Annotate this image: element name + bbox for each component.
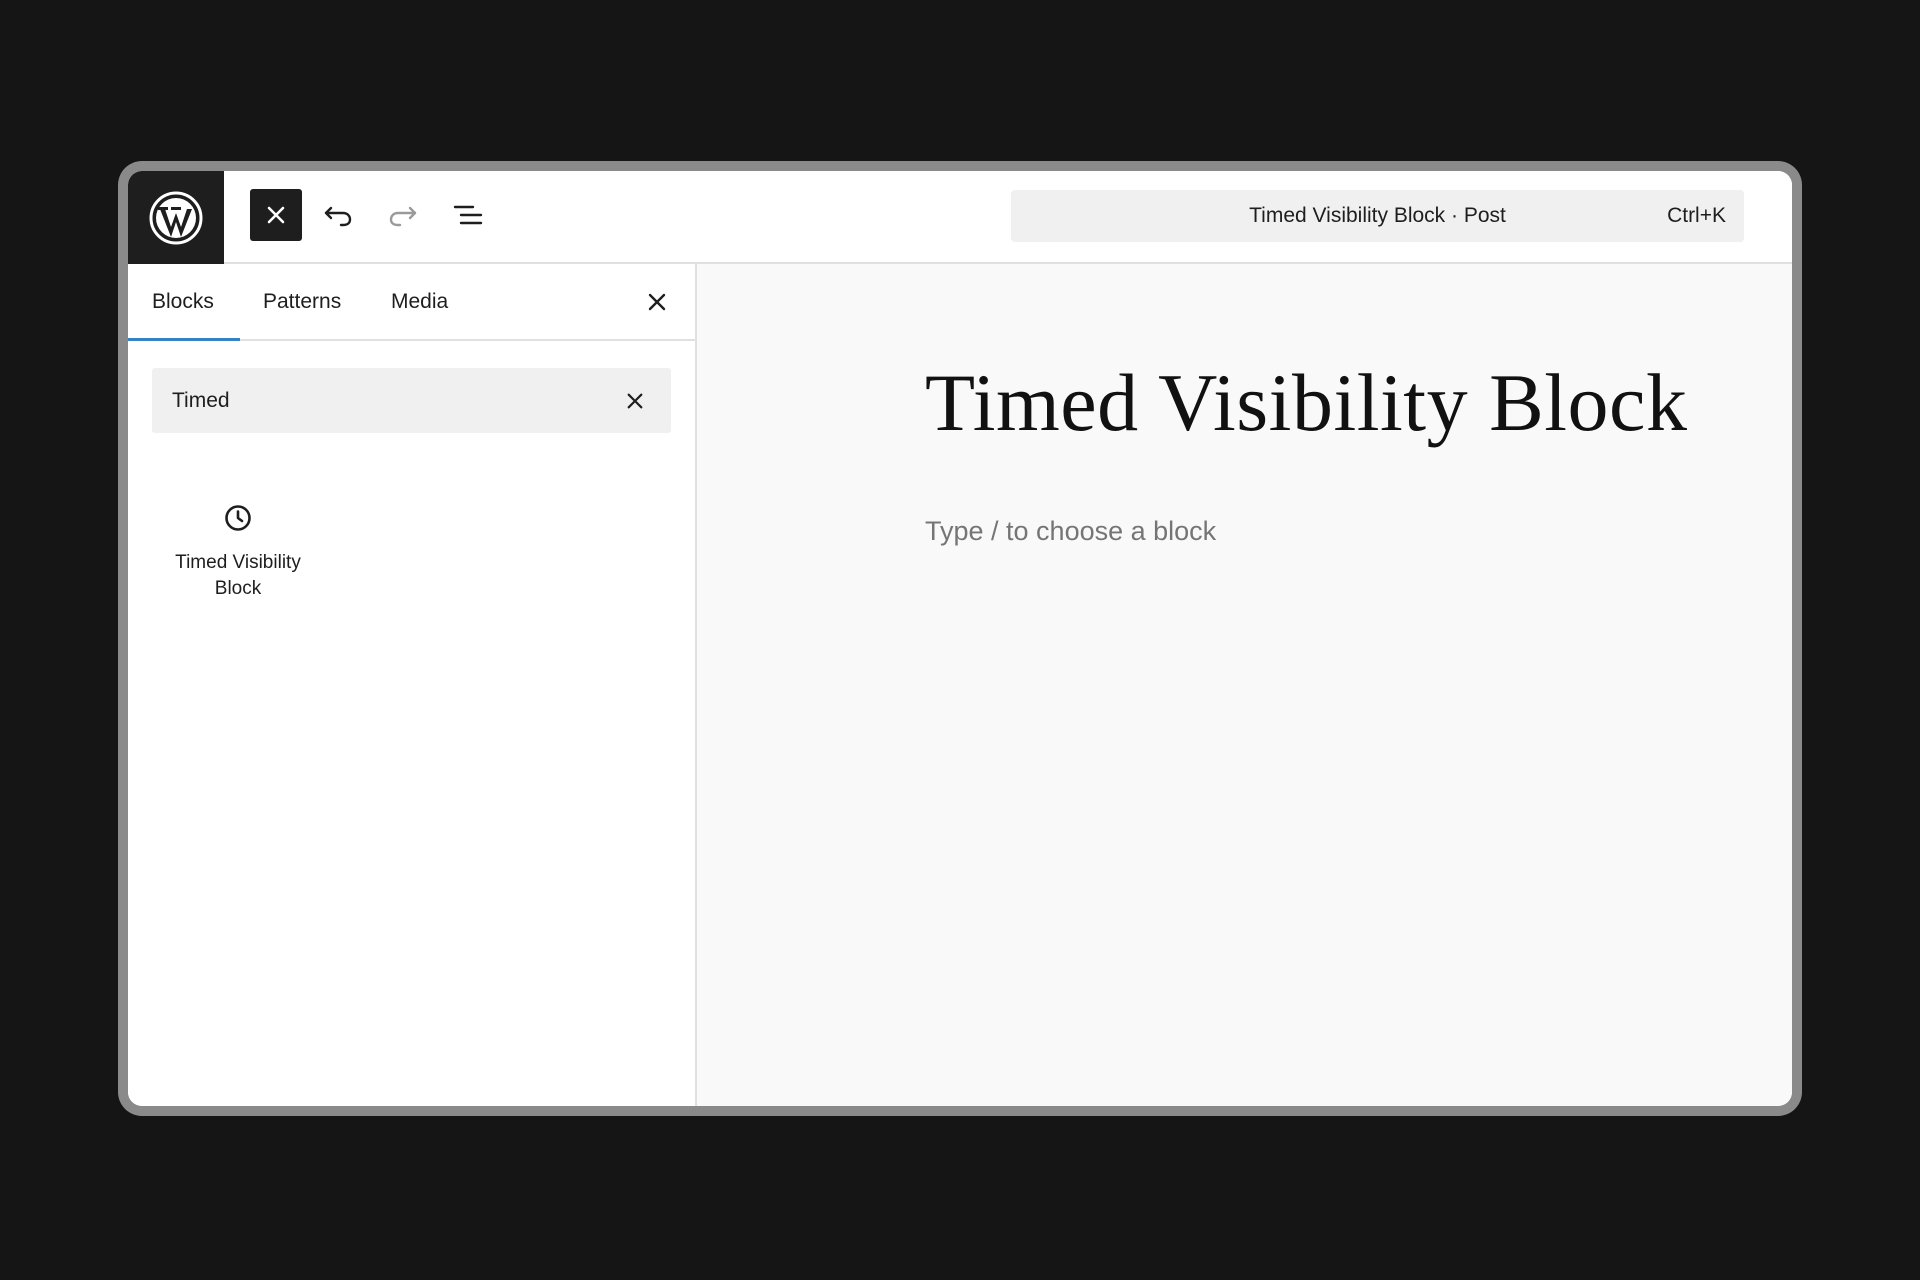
- list-view-icon: [453, 205, 483, 225]
- editor-window: Timed Visibility Block · Post Ctrl+K Blo…: [118, 161, 1802, 1116]
- tab-patterns[interactable]: Patterns: [263, 264, 341, 339]
- tab-media[interactable]: Media: [391, 264, 448, 339]
- post-title[interactable]: Timed Visibility Block: [925, 356, 1687, 450]
- close-icon: [627, 393, 643, 409]
- search-input[interactable]: [152, 368, 602, 433]
- document-overview-button[interactable]: [442, 189, 494, 241]
- close-icon: [267, 206, 285, 224]
- close-inserter-button[interactable]: [250, 189, 302, 241]
- redo-button[interactable]: [377, 189, 429, 241]
- inserter-tabs: Blocks Patterns Media: [128, 264, 695, 341]
- document-title: Timed Visibility Block · Post: [1249, 204, 1506, 227]
- redo-icon: [389, 206, 417, 227]
- wordpress-logo-icon[interactable]: [128, 171, 224, 264]
- tab-blocks[interactable]: Blocks: [128, 264, 240, 341]
- clear-search-button[interactable]: [617, 383, 653, 419]
- editor-canvas: Timed Visibility Block Type / to choose …: [697, 264, 1792, 1106]
- undo-button[interactable]: [312, 189, 364, 241]
- close-panel-button[interactable]: [639, 284, 675, 320]
- editor-header: Timed Visibility Block · Post Ctrl+K: [128, 171, 1792, 264]
- close-icon: [648, 293, 666, 311]
- default-block-appender[interactable]: Type / to choose a block: [925, 516, 1216, 547]
- block-inserter-panel: Blocks Patterns Media Timed Timed Visibi…: [128, 264, 697, 1106]
- command-palette-button[interactable]: Timed Visibility Block · Post Ctrl+K: [1011, 190, 1744, 242]
- keyboard-shortcut: Ctrl+K: [1667, 204, 1726, 227]
- block-result-timed-visibility[interactable]: Timed Visibility Block: [152, 494, 324, 634]
- block-editor: Timed Visibility Block · Post Ctrl+K Blo…: [128, 171, 1792, 1106]
- block-result-label: Timed Visibility Block: [175, 552, 301, 599]
- undo-icon: [324, 206, 352, 227]
- clock-icon: [220, 500, 256, 536]
- block-search: [152, 368, 671, 433]
